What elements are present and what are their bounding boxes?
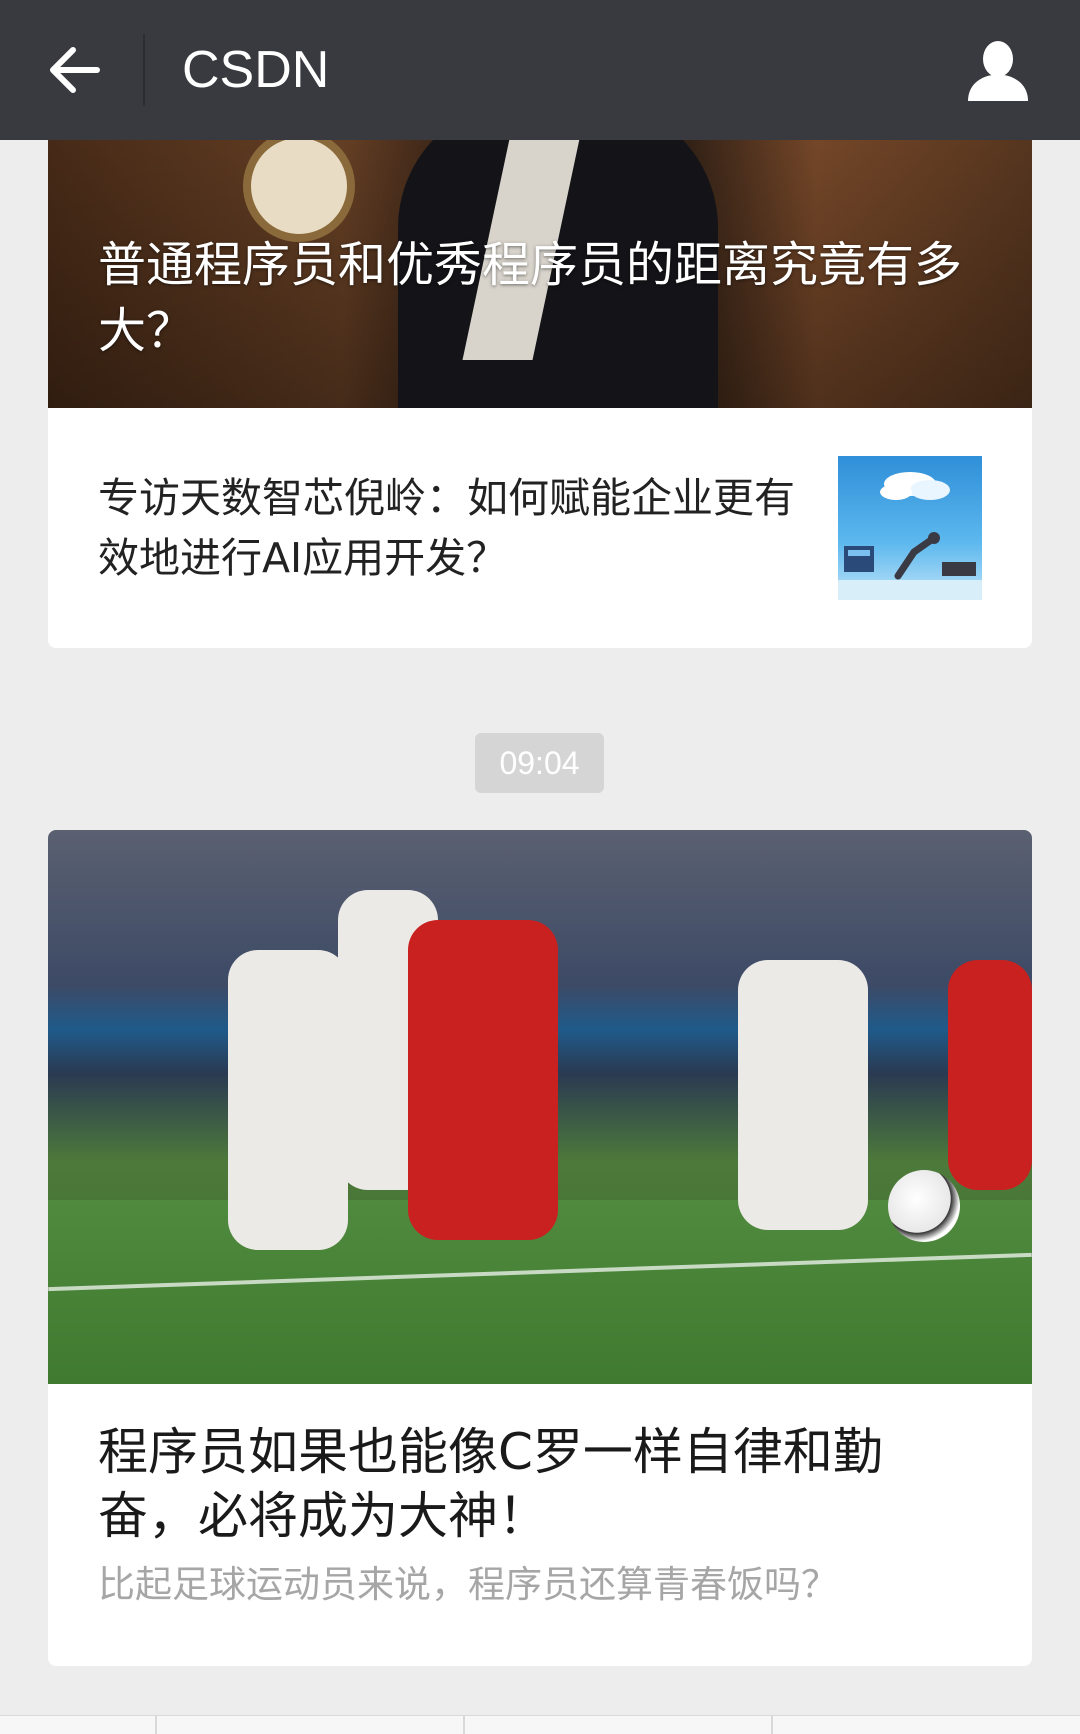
player-red-center xyxy=(408,920,558,1240)
article-card-top: 普通程序员和优秀程序员的距离究竟有多大？ 专访天数智芯倪岭：如何赋能企业更有效地… xyxy=(48,140,1032,648)
article-subtitle: 比起足球运动员来说，程序员还算青春饭吗？ xyxy=(98,1563,838,1606)
player-white-right xyxy=(738,960,868,1230)
menu-separator xyxy=(771,1716,773,1734)
back-button[interactable] xyxy=(30,30,120,110)
article-list-item[interactable]: 专访天数智芯倪岭：如何赋能企业更有效地进行AI应用开发？ xyxy=(48,408,1032,648)
cover-image-football xyxy=(48,830,1032,1384)
profile-button[interactable] xyxy=(958,32,1038,108)
article-card-bottom[interactable]: 程序员如果也能像C罗一样自律和勤奋，必将成为大神！ 比起足球运动员来说，程序员还… xyxy=(48,830,1032,1666)
cover-article-title: 普通程序员和优秀程序员的距离究竟有多大？ xyxy=(98,237,963,359)
player-red-right xyxy=(948,960,1032,1190)
cover-article[interactable]: 普通程序员和优秀程序员的距离究竟有多大？ xyxy=(48,140,1032,408)
article-thumbnail xyxy=(838,456,982,600)
page-title: CSDN xyxy=(182,41,330,99)
player-white-left xyxy=(228,950,348,1250)
football xyxy=(888,1170,960,1242)
person-icon xyxy=(968,41,1028,101)
message-timestamp: 09:04 xyxy=(475,733,604,793)
cover-image-clock xyxy=(243,140,355,242)
cloud-robot-illustration xyxy=(838,472,982,600)
header-divider xyxy=(143,34,145,106)
article-card-bottom-text: 程序员如果也能像C罗一样自律和勤奋，必将成为大神！ 比起足球运动员来说，程序员还… xyxy=(48,1384,1032,1666)
arrow-left-icon xyxy=(50,47,100,93)
article-title: 专访天数智芯倪岭：如何赋能企业更有效地进行AI应用开发？ xyxy=(98,474,795,582)
menu-separator xyxy=(463,1716,465,1734)
bottom-menu-bar xyxy=(0,1715,1080,1734)
top-bar: CSDN xyxy=(0,0,1080,140)
menu-separator xyxy=(155,1716,157,1734)
article-title: 程序员如果也能像C罗一样自律和勤奋，必将成为大神！ xyxy=(98,1423,883,1545)
